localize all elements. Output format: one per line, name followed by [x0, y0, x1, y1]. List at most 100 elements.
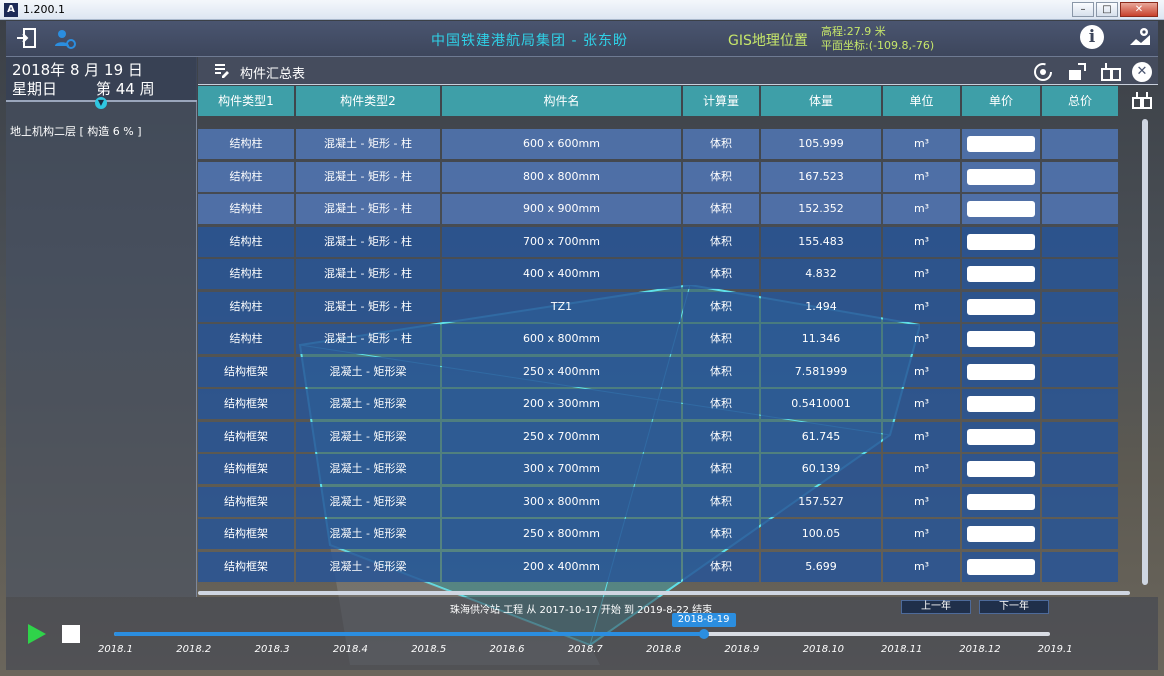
table-cell: 混凝土 - 矩形 - 柱	[296, 194, 440, 224]
table-cell: 结构柱	[198, 324, 294, 354]
gis-location-label: GIS地理位置	[728, 33, 808, 49]
play-icon[interactable]	[28, 624, 46, 644]
column-header[interactable]: 单价	[962, 86, 1040, 116]
column-header[interactable]: 构件名	[442, 86, 681, 116]
unit-price-cell	[962, 454, 1040, 484]
table-cell: 混凝土 - 矩形梁	[296, 551, 440, 582]
unit-price-input[interactable]	[967, 363, 1035, 380]
table-cell: 结构框架	[198, 551, 294, 582]
table-cell: m³	[883, 421, 960, 452]
table-row[interactable]: 结构柱 混凝土 - 矩形 - 柱 600 x 600mm 体积 105.999 m³	[198, 129, 1118, 159]
table-cell: 体积	[683, 551, 759, 582]
user-settings-icon[interactable]	[52, 26, 78, 52]
timeline-slider[interactable]: 2018-8-19	[114, 613, 1050, 639]
total-price-cell	[1042, 161, 1118, 192]
table-cell: 体积	[683, 421, 759, 452]
table-cell: m³	[883, 324, 960, 354]
timeline-tick-label: 2018.10	[802, 644, 845, 655]
table-cell: 结构框架	[198, 356, 294, 387]
table-cell: 61.745	[761, 421, 881, 452]
edit-list-icon	[212, 61, 232, 81]
table-cell: 体积	[683, 324, 759, 354]
unit-price-input[interactable]	[967, 168, 1035, 185]
map-location-icon[interactable]	[1128, 25, 1152, 49]
prev-year-button[interactable]: 上一年	[901, 600, 971, 614]
column-header[interactable]: 计算量	[683, 86, 759, 116]
total-price-cell	[1042, 454, 1118, 484]
timeline-ticks: 2018.1 2018.2 2018.3 2018.4 2018.5 2018.6 2018…	[98, 644, 1098, 658]
table-row[interactable]: 结构柱 混凝土 - 矩形 - 柱 700 x 700mm 体积 155.483 m³	[198, 226, 1118, 257]
next-year-button[interactable]: 下一年	[979, 600, 1049, 614]
unit-price-input[interactable]	[967, 136, 1035, 152]
unit-price-input[interactable]	[967, 526, 1035, 542]
construction-progress-label: 地上机构二层 [ 构造 6 % ]	[10, 125, 142, 138]
total-price-cell	[1042, 129, 1118, 159]
table-row[interactable]: 结构柱 混凝土 - 矩形 - 柱 TZ1 体积 1.494 m³	[198, 291, 1118, 322]
table-cell: 5.699	[761, 551, 881, 582]
column-header[interactable]: 体量	[761, 86, 881, 116]
table-cell: 体积	[683, 356, 759, 387]
timeline-tick-label: 2018.7	[567, 644, 603, 655]
unit-price-cell	[962, 356, 1040, 387]
close-window-button[interactable]: ✕	[1120, 2, 1158, 17]
table-cell: m³	[883, 389, 960, 419]
table-cell: 混凝土 - 矩形梁	[296, 356, 440, 387]
column-header[interactable]: 总价	[1042, 86, 1118, 116]
column-header[interactable]: 构件类型2	[296, 86, 440, 116]
unit-price-input[interactable]	[967, 201, 1035, 217]
table-row[interactable]: 结构框架 混凝土 - 矩形梁 300 x 700mm 体积 60.139 m³	[198, 454, 1118, 484]
timeline-tick-label: 2018.12	[959, 644, 1001, 655]
column-header[interactable]: 构件类型1	[198, 86, 294, 116]
unit-price-input[interactable]	[967, 461, 1035, 477]
table-row[interactable]: 结构框架 混凝土 - 矩形梁 300 x 800mm 体积 157.527 m³	[198, 486, 1118, 517]
table-row[interactable]: 结构柱 混凝土 - 矩形 - 柱 600 x 800mm 体积 11.346 m³	[198, 324, 1118, 354]
unit-price-input[interactable]	[967, 396, 1035, 412]
table-row[interactable]: 结构柱 混凝土 - 矩形 - 柱 900 x 900mm 体积 152.352 m³	[198, 194, 1118, 224]
table-row[interactable]: 结构柱 混凝土 - 矩形 - 柱 800 x 800mm 体积 167.523 m³	[198, 161, 1118, 192]
unit-price-input[interactable]	[967, 331, 1035, 347]
table-row[interactable]: 结构框架 混凝土 - 矩形梁 200 x 400mm 体积 5.699 m³	[198, 551, 1118, 582]
unit-price-input[interactable]	[967, 266, 1035, 282]
unit-price-input[interactable]	[967, 428, 1035, 445]
table-cell: 157.527	[761, 486, 881, 517]
table-row[interactable]: 结构柱 混凝土 - 矩形 - 柱 400 x 400mm 体积 4.832 m³	[198, 259, 1118, 289]
exit-icon[interactable]	[14, 26, 40, 52]
export-table-icon[interactable]	[1100, 61, 1122, 83]
table-row[interactable]: 结构框架 混凝土 - 矩形梁 250 x 400mm 体积 7.581999 m³	[198, 356, 1118, 387]
unit-price-input[interactable]	[967, 298, 1035, 315]
close-icon[interactable]: ✕	[1132, 62, 1152, 82]
table-row[interactable]: 结构框架 混凝土 - 矩形梁 200 x 300mm 体积 0.5410001 m³	[198, 389, 1118, 419]
timeline-handle[interactable]	[698, 629, 709, 639]
chevron-down-icon[interactable]: ▼	[95, 97, 107, 109]
table-cell: 105.999	[761, 129, 881, 159]
import-icon[interactable]	[1066, 61, 1088, 83]
info-icon[interactable]: i	[1080, 25, 1104, 49]
minimize-button[interactable]: –	[1072, 2, 1094, 17]
table-cell: 混凝土 - 矩形梁	[296, 389, 440, 419]
app-icon: A	[4, 2, 18, 17]
maximize-button[interactable]: □	[1096, 2, 1118, 17]
horizontal-scrollbar[interactable]	[198, 591, 1130, 595]
table-cell: 250 x 700mm	[442, 421, 681, 452]
timeline-tick-label: 2018.11	[881, 644, 923, 655]
table-cell: 体积	[683, 129, 759, 159]
timeline-tick-label: 2019.1	[1037, 644, 1073, 655]
refresh-icon[interactable]	[1032, 61, 1054, 83]
unit-price-input[interactable]	[967, 233, 1035, 250]
table-cell: m³	[883, 519, 960, 549]
total-price-cell	[1042, 291, 1118, 322]
table-cell: m³	[883, 226, 960, 257]
table-row[interactable]: 结构框架 混凝土 - 矩形梁 250 x 700mm 体积 61.745 m³	[198, 421, 1118, 452]
table-cell: 400 x 400mm	[442, 259, 681, 289]
table-cell: 1.494	[761, 291, 881, 322]
stop-icon[interactable]	[62, 625, 80, 643]
column-header[interactable]: 单位	[883, 86, 960, 116]
table-row[interactable]: 结构框架 混凝土 - 矩形梁 250 x 800mm 体积 100.05 m³	[198, 519, 1118, 549]
unit-price-input[interactable]	[967, 493, 1035, 510]
left-panel: 2018年 8 月 19 日 星期日 第 44 周 ▼ 地上机构二层 [ 构造 …	[6, 57, 197, 597]
export-icon[interactable]	[1130, 89, 1154, 113]
unit-price-input[interactable]	[967, 558, 1035, 575]
table-cell: 结构柱	[198, 226, 294, 257]
table-cell: m³	[883, 486, 960, 517]
vertical-scrollbar[interactable]	[1142, 119, 1148, 585]
